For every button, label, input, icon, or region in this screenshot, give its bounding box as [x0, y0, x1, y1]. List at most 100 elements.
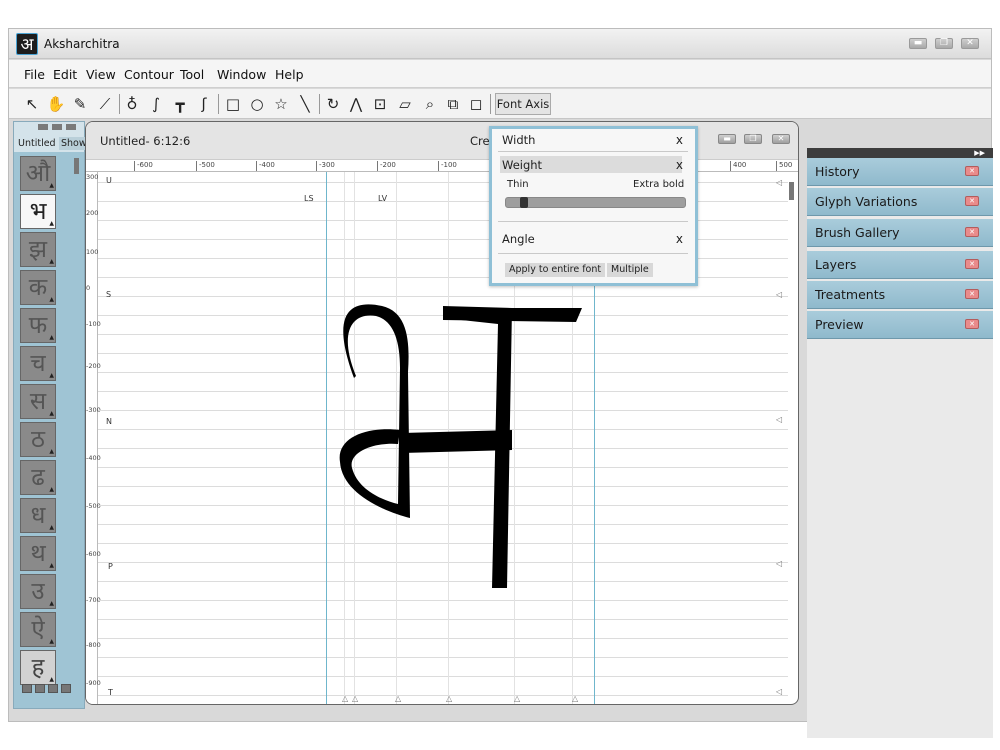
- glyph-cell[interactable]: ढ ▲: [20, 460, 56, 495]
- footer-icon-2[interactable]: [35, 684, 45, 693]
- glyph-cell[interactable]: भ ▲: [20, 194, 56, 229]
- glyph-corner-icon: ▲: [49, 410, 54, 417]
- glyph-cell[interactable]: उ ▲: [20, 574, 56, 609]
- glyph-corner-icon: ▲: [49, 524, 54, 531]
- panel-item-glyph-variations[interactable]: Glyph Variations ✕: [807, 188, 993, 216]
- glyph-cell[interactable]: ध ▲: [20, 498, 56, 533]
- font-axis-button[interactable]: Font Axis: [495, 93, 551, 115]
- glyph-char: च: [30, 349, 46, 377]
- copy-icon[interactable]: ⧉: [443, 94, 463, 114]
- apply-to-entire-font-button[interactable]: Apply to entire font: [505, 263, 606, 277]
- angle-remove-button[interactable]: x: [676, 232, 683, 246]
- star-icon[interactable]: ☆: [271, 94, 291, 114]
- menu-window[interactable]: Window: [217, 67, 266, 82]
- multiple-button[interactable]: Multiple: [607, 263, 653, 277]
- menu-contour[interactable]: Contour: [124, 67, 174, 82]
- menu-help[interactable]: Help: [275, 67, 304, 82]
- eraser-icon[interactable]: ✎: [70, 94, 90, 114]
- curve-icon[interactable]: ∫: [146, 94, 166, 114]
- glyph-list: औ ▲ भ ▲ झ ▲ क ▲ फ ▲ च ▲ स ▲ ठ ▲ ढ ▲ ध ▲ थ ▲ उ ▲ ऐ ▲ ह ▲: [20, 156, 68, 688]
- skew-icon[interactable]: ▱: [395, 94, 415, 114]
- panel-close-icon[interactable]: [66, 124, 76, 130]
- panel-item-label: Treatments: [815, 287, 886, 302]
- menu-tool[interactable]: Tool: [180, 67, 204, 82]
- weight-slider-thumb[interactable]: [520, 197, 528, 208]
- panel-item-history[interactable]: History ✕: [807, 158, 993, 186]
- glyph-top-bar: [443, 308, 582, 322]
- maximize-button[interactable]: ❐: [935, 38, 953, 49]
- scale-icon[interactable]: ⊡: [370, 94, 390, 114]
- glyph-cell[interactable]: झ ▲: [20, 232, 56, 267]
- toolbar: Font Axis ↖ ✋ ✎ ⟋ ♁ ∫ ┳ ʃ □ ○ ☆ ╲ ↻ ⋀ ⊡ ▱ ⌕ ⧉ ◻: [9, 89, 991, 119]
- close-icon[interactable]: ✕: [965, 166, 979, 176]
- weight-remove-button[interactable]: x: [676, 158, 683, 172]
- close-icon[interactable]: ✕: [965, 259, 979, 269]
- divider: [498, 221, 688, 222]
- width-remove-button[interactable]: x: [676, 133, 683, 147]
- title-bar: अ Aksharchitra ▬ ❐ ✕: [9, 29, 991, 59]
- panel-item-layers[interactable]: Layers ✕: [807, 251, 993, 279]
- angle-label: Angle: [502, 232, 535, 246]
- close-button[interactable]: ✕: [961, 38, 979, 49]
- footer-icon-1[interactable]: [22, 684, 32, 693]
- glyph-corner-icon: ▲: [49, 600, 54, 607]
- glyph-list-scrollbar[interactable]: [74, 158, 79, 174]
- menu-view[interactable]: View: [86, 67, 116, 82]
- glyph-cell[interactable]: औ ▲: [20, 156, 56, 191]
- toolbar-separator: [119, 94, 120, 114]
- close-icon[interactable]: ✕: [965, 319, 979, 329]
- pointer-icon[interactable]: ↖: [22, 94, 42, 114]
- zoom-icon[interactable]: ⌕: [420, 94, 440, 114]
- hand-icon[interactable]: ✋: [46, 94, 66, 114]
- glyph-corner-icon: ▲: [49, 372, 54, 379]
- ruler-icon[interactable]: ⟋: [95, 94, 115, 114]
- glyph-cell[interactable]: फ ▲: [20, 308, 56, 343]
- panel-minimize-icon[interactable]: [38, 124, 48, 130]
- close-icon[interactable]: ✕: [965, 289, 979, 299]
- glyph-corner-icon: ▲: [49, 258, 54, 265]
- glyph-char: ढ: [31, 463, 45, 491]
- panel-item-preview[interactable]: Preview ✕: [807, 311, 993, 339]
- divider: [498, 253, 688, 254]
- panel-item-treatments[interactable]: Treatments ✕: [807, 281, 993, 309]
- rectangle-icon[interactable]: □: [223, 94, 243, 114]
- panel-item-brush-gallery[interactable]: Brush Gallery ✕: [807, 219, 993, 247]
- glyph-corner-icon: ▲: [49, 296, 54, 303]
- close-icon[interactable]: ✕: [965, 196, 979, 206]
- glyph-cell[interactable]: ऐ ▲: [20, 612, 56, 647]
- glyph-cell[interactable]: ह ▲: [20, 650, 56, 685]
- glyph-corner-icon: ▲: [49, 562, 54, 569]
- minimize-button[interactable]: ▬: [909, 38, 927, 49]
- glyph-cell[interactable]: च ▲: [20, 346, 56, 381]
- pen-icon[interactable]: ♁: [122, 94, 142, 114]
- width-label: Width: [502, 133, 536, 147]
- right-panel-header[interactable]: ▶▶: [807, 148, 993, 158]
- glyph-char: भ: [29, 197, 47, 225]
- glyph-cell[interactable]: क ▲: [20, 270, 56, 305]
- glyph-cell[interactable]: थ ▲: [20, 536, 56, 571]
- rotate-icon[interactable]: ↻: [323, 94, 343, 114]
- extra-bold-label: Extra bold: [633, 179, 685, 190]
- glyph-char: ह: [31, 653, 45, 681]
- canvas-scrollbar[interactable]: [789, 182, 794, 200]
- glyph-cell[interactable]: ठ ▲: [20, 422, 56, 457]
- footer-icon-4[interactable]: [61, 684, 71, 693]
- panel-restore-icon[interactable]: [52, 124, 62, 130]
- weight-slider[interactable]: [505, 197, 686, 208]
- glyph-char: ध: [30, 501, 46, 529]
- menu-file[interactable]: File: [24, 67, 45, 82]
- ellipse-icon[interactable]: ○: [247, 94, 267, 114]
- close-icon[interactable]: ✕: [965, 227, 979, 237]
- footer-icon-3[interactable]: [48, 684, 58, 693]
- divider: [498, 151, 688, 152]
- line-icon[interactable]: ╲: [295, 94, 315, 114]
- t-junction-icon[interactable]: ┳: [170, 94, 190, 114]
- hook-icon[interactable]: ʃ: [194, 94, 214, 114]
- glyph-char: औ: [25, 159, 51, 187]
- panel-doc-label: Untitled: [18, 138, 56, 149]
- glyph-char: ठ: [31, 425, 45, 453]
- menu-edit[interactable]: Edit: [53, 67, 77, 82]
- shape-icon[interactable]: ◻: [466, 94, 486, 114]
- mirror-icon[interactable]: ⋀: [346, 94, 366, 114]
- glyph-cell[interactable]: स ▲: [20, 384, 56, 419]
